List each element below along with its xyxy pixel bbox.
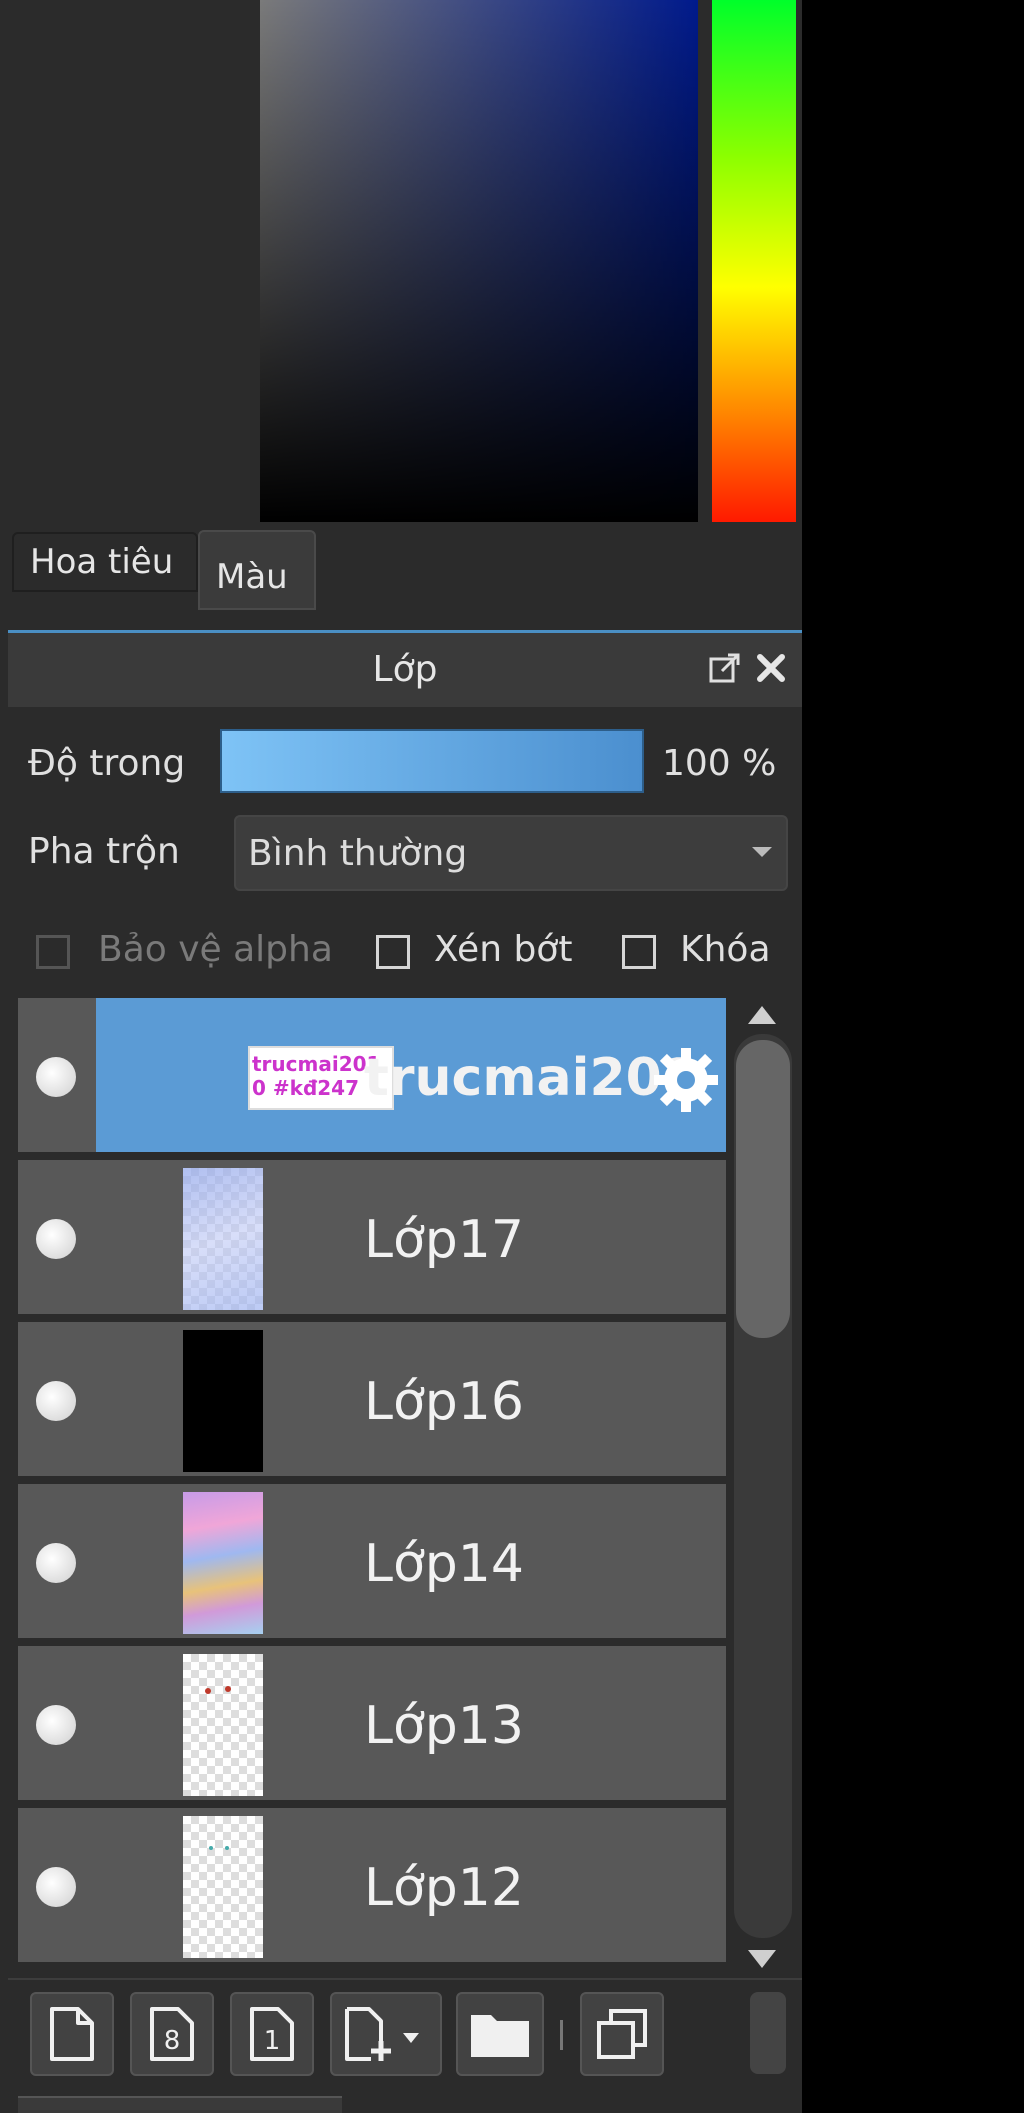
8bit-layer-icon: 8	[150, 2007, 194, 2061]
svg-text:8: 8	[164, 2026, 181, 2056]
lock-checkbox[interactable]	[622, 935, 656, 969]
close-icon[interactable]	[754, 651, 788, 685]
add-layer-icon	[345, 2007, 419, 2061]
new-8bit-layer-button[interactable]: 8	[130, 1992, 214, 2076]
clipping-checkbox[interactable]	[376, 935, 410, 969]
layer-thumbnail	[183, 1654, 263, 1796]
visibility-toggle-icon[interactable]	[36, 1381, 76, 1421]
opacity-slider[interactable]	[220, 729, 644, 793]
svg-text:1: 1	[264, 2026, 281, 2056]
lock-label: Khóa	[680, 929, 771, 970]
layer-thumbnail	[183, 1330, 263, 1472]
layer-name: Lớp12	[364, 1858, 524, 1918]
toolbar-scroll-handle[interactable]	[750, 1992, 786, 2074]
visibility-toggle-icon[interactable]	[36, 1867, 76, 1907]
visibility-column	[18, 1322, 96, 1476]
toolbar-separator	[560, 2020, 563, 2050]
layer-row-14[interactable]: Lớp14	[18, 1484, 726, 1642]
gear-icon[interactable]	[650, 1044, 722, 1116]
visibility-column	[18, 998, 96, 1152]
layer-panel-header: Lớp	[8, 633, 802, 707]
side-panel: Hoa tiêu Màu Lớp Độ trong 100 % Pha trộn…	[0, 0, 802, 2113]
scroll-up-icon[interactable]	[748, 1006, 776, 1024]
layer-row-17[interactable]: Lớp17	[18, 1160, 726, 1318]
duplicate-layer-button[interactable]	[580, 1992, 664, 2076]
layer-row-13[interactable]: Lớp13	[18, 1646, 726, 1804]
layer-row-content[interactable]: trucmai2010 #kđ247 trucmai201	[96, 998, 726, 1152]
canvas-area	[802, 0, 1024, 2113]
chevron-down-icon	[752, 847, 772, 857]
visibility-toggle-icon[interactable]	[36, 1057, 76, 1097]
new-layer-icon	[50, 2007, 94, 2061]
layer-toolbar: 8 1	[8, 1978, 802, 2113]
layer-row-16[interactable]: Lớp16	[18, 1322, 726, 1480]
duplicate-icon	[597, 2009, 647, 2059]
visibility-toggle-icon[interactable]	[36, 1543, 76, 1583]
layer-list: trucmai2010 #kđ247 trucmai201 Lớp17 Lớp1…	[18, 998, 726, 1978]
layer-thumbnail	[183, 1492, 263, 1634]
1bit-layer-icon: 1	[250, 2007, 294, 2061]
picker-gap	[0, 522, 802, 532]
tab-color[interactable]: Màu	[198, 530, 316, 610]
blend-mode-label: Pha trộn	[28, 831, 180, 872]
blend-mode-select[interactable]: Bình thường	[234, 815, 788, 891]
layer-panel-title: Lớp	[372, 649, 438, 690]
visibility-toggle-icon[interactable]	[36, 1705, 76, 1745]
new-folder-button[interactable]	[456, 1992, 544, 2076]
layer-name: Lớp17	[364, 1210, 524, 1270]
add-layer-menu-button[interactable]	[330, 1992, 442, 2076]
bottom-tab-strip	[18, 2096, 342, 2113]
layer-properties: Độ trong 100 % Pha trộn Bình thường Bảo …	[8, 707, 802, 997]
new-1bit-layer-button[interactable]: 1	[230, 1992, 314, 2076]
opacity-label: Độ trong	[28, 743, 186, 784]
alpha-protect-label: Bảo vệ alpha	[98, 929, 333, 970]
visibility-column	[18, 1484, 96, 1638]
layer-thumbnail	[183, 1816, 263, 1958]
tab-navigator[interactable]: Hoa tiêu	[12, 532, 198, 592]
layer-name: trucmai201	[364, 1048, 698, 1108]
layer-row-12[interactable]: Lớp12	[18, 1808, 726, 1966]
layer-thumbnail	[183, 1168, 263, 1310]
layer-row-trucmai[interactable]: trucmai2010 #kđ247 trucmai201	[18, 998, 726, 1156]
alpha-protect-checkbox[interactable]	[36, 935, 70, 969]
layer-name: Lớp13	[364, 1696, 524, 1756]
layer-name: Lớp14	[364, 1534, 524, 1594]
layer-name: Lớp16	[364, 1372, 524, 1432]
clipping-label: Xén bớt	[434, 929, 573, 970]
visibility-column	[18, 1646, 96, 1800]
visibility-column	[18, 1808, 96, 1962]
blend-mode-value: Bình thường	[248, 833, 468, 874]
scroll-down-icon[interactable]	[748, 1950, 776, 1968]
folder-icon	[471, 2015, 529, 2057]
saturation-value-square[interactable]	[260, 0, 698, 522]
popout-icon[interactable]	[708, 651, 742, 685]
opacity-value: 100 %	[662, 743, 777, 784]
visibility-column	[18, 1160, 96, 1314]
visibility-toggle-icon[interactable]	[36, 1219, 76, 1259]
scrollbar-thumb[interactable]	[736, 1040, 790, 1338]
new-layer-button[interactable]	[30, 1992, 114, 2076]
hue-slider[interactable]	[712, 0, 796, 522]
